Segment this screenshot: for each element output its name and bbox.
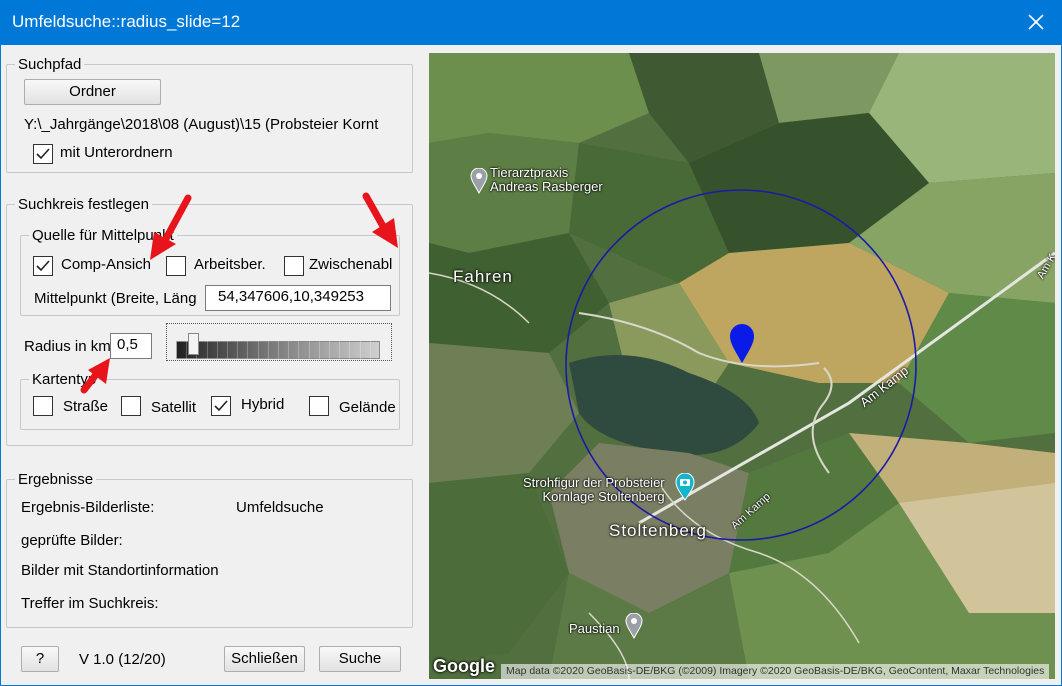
- ergebnisse-legend: Ergebnisse: [18, 471, 94, 488]
- close-icon[interactable]: [1024, 10, 1048, 34]
- annotation-arrow-icon: [150, 194, 192, 260]
- tierarzt-label: Tierarztpraxis Andreas Rasberger: [490, 165, 603, 194]
- slider-tick: [329, 341, 330, 359]
- slider-thumb[interactable]: [187, 333, 199, 355]
- hybrid-label: Hybrid: [241, 396, 285, 413]
- arbeitsber-label: Arbeitsber.: [194, 256, 266, 273]
- check-icon: [36, 148, 50, 160]
- slider-tick: [258, 341, 259, 359]
- location-pin-icon[interactable]: [728, 323, 756, 365]
- slider-tick: [309, 341, 310, 359]
- slider-tick: [207, 341, 208, 359]
- satellit-label: Satellit: [151, 399, 197, 416]
- help-button[interactable]: ?: [21, 646, 59, 672]
- subfolders-checkbox[interactable]: [33, 144, 53, 164]
- window-title: Umfeldsuche::radius_slide=12: [12, 12, 241, 31]
- camera-marker-icon[interactable]: [675, 473, 695, 501]
- slider-tick: [370, 341, 371, 359]
- map-view[interactable]: Tierarztpraxis Andreas Rasberger Fahren …: [429, 53, 1055, 679]
- paustian-label: Paustian: [569, 621, 620, 636]
- annotation-arrow-icon: [362, 192, 398, 248]
- suchkreis-legend: Suchkreis festlegen: [18, 196, 149, 213]
- annotation-arrow-icon: [80, 358, 110, 394]
- slider-tick: [288, 341, 289, 359]
- zwischenablage-checkbox[interactable]: [284, 256, 304, 276]
- checked-images-label: geprüfte Bilder:: [21, 532, 123, 549]
- radius-label: Radius in km: [24, 338, 111, 355]
- slider-tick: [298, 341, 299, 359]
- place-marker-icon[interactable]: [625, 613, 643, 639]
- ordner-button[interactable]: Ordner: [24, 79, 161, 105]
- slider-tick: [339, 341, 340, 359]
- close-button[interactable]: Schließen: [224, 646, 305, 672]
- check-icon: [36, 260, 50, 272]
- slider-tick: [380, 341, 381, 359]
- slider-tick: [319, 341, 320, 359]
- gelaende-label: Gelände: [339, 399, 396, 416]
- map-attribution: Map data ©2020 GeoBasis-DE/BKG (©2009) I…: [501, 664, 1050, 679]
- strasse-label: Straße: [63, 398, 109, 415]
- place-marker-icon[interactable]: [470, 168, 488, 194]
- title-bar: Umfeldsuche::radius_slide=12: [0, 0, 1062, 45]
- location-images-label: Bilder mit Standortinformation: [21, 562, 219, 579]
- result-list-value: Umfeldsuche: [236, 499, 324, 516]
- slider-ticks: [176, 341, 381, 359]
- hybrid-checkbox[interactable]: [211, 396, 231, 416]
- satellite-imagery: [429, 53, 1055, 679]
- radius-input[interactable]: 0,5: [110, 333, 152, 359]
- slider-tick: [217, 341, 218, 359]
- slider-tick: [268, 341, 269, 359]
- gelaende-checkbox[interactable]: [309, 396, 329, 416]
- zwischenablage-label: Zwischenabl: [309, 256, 393, 273]
- radius-slider[interactable]: [166, 323, 392, 361]
- check-icon: [214, 400, 228, 412]
- strasse-checkbox[interactable]: [33, 396, 53, 416]
- search-button[interactable]: Suche: [319, 646, 401, 672]
- hits-label: Treffer im Suchkreis:: [21, 595, 159, 612]
- version-label: V 1.0 (12/20): [79, 651, 166, 668]
- google-logo: Google: [433, 656, 495, 676]
- strohfigur-label: Strohfigur der Probsteier Kornlage Stolt…: [523, 475, 665, 504]
- slider-tick: [247, 341, 248, 359]
- result-list-label: Ergebnis-Bilderliste:: [21, 499, 155, 516]
- search-path: Y:\_Jahrgänge\2018\08 (August)\15 (Probs…: [24, 116, 379, 133]
- mittelpunkt-input[interactable]: 54,347606,10,349253: [205, 285, 391, 311]
- mittelpunkt-label: Mittelpunkt (Breite, Läng: [34, 290, 197, 307]
- suchpfad-legend: Suchpfad: [18, 56, 82, 73]
- slider-tick: [237, 341, 238, 359]
- slider-tick: [227, 341, 228, 359]
- satellit-checkbox[interactable]: [121, 396, 141, 416]
- slider-tick: [278, 341, 279, 359]
- slider-tick: [176, 341, 177, 359]
- stoltenberg-label: Stoltenberg: [609, 521, 707, 540]
- slider-tick: [349, 341, 350, 359]
- subfolders-label: mit Unterordnern: [60, 144, 173, 161]
- slider-tick: [360, 341, 361, 359]
- comp-ansicht-checkbox[interactable]: [33, 256, 53, 276]
- fahren-label: Fahren: [453, 267, 513, 286]
